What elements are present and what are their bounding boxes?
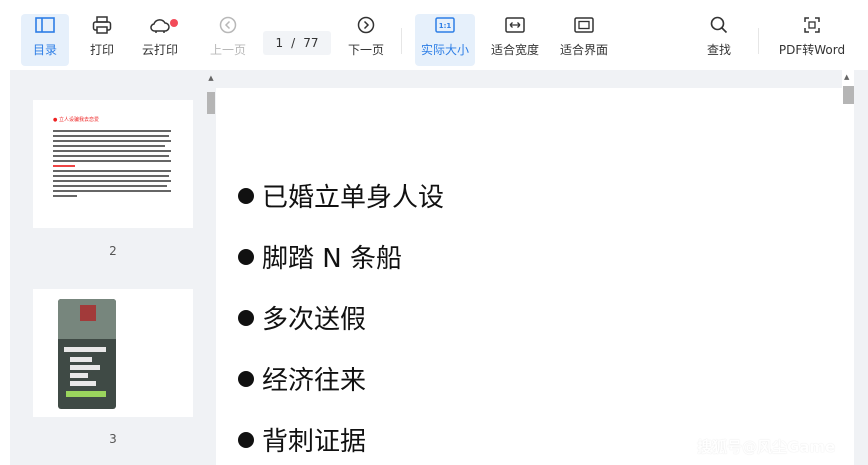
text-line: [53, 140, 171, 142]
scrollbar-thumb[interactable]: [207, 92, 215, 114]
fit-screen-icon: [573, 14, 595, 36]
bullet-item: 经济往来: [238, 360, 366, 397]
chat-bubble: [64, 347, 106, 352]
sidebar-icon: [34, 14, 56, 36]
toolbar-divider: [758, 28, 759, 54]
bullet-dot-icon: [238, 370, 254, 387]
actual-size-button[interactable]: 1:1 实际大小: [415, 14, 475, 66]
thumbnail-page-2[interactable]: ● 立人设骗我去恋爱: [33, 100, 193, 228]
prev-page-button[interactable]: 上一页: [206, 14, 250, 66]
circle-right-icon: [355, 14, 377, 36]
text-line: [53, 155, 169, 157]
toolbar: 目录 打印 云打印 上一页 1 / 77 下一页 1:1 实际大小 适合宽度 适…: [0, 0, 868, 70]
bullet-item: 多次送假: [238, 299, 366, 336]
find-label: 查找: [706, 43, 731, 57]
thumbnail-page-number: 3: [109, 432, 117, 446]
total-pages: 77: [303, 36, 319, 50]
thumbnail-page-3[interactable]: [33, 289, 193, 417]
text-line: [53, 170, 171, 172]
next-page-button[interactable]: 下一页: [344, 14, 388, 66]
document-viewer: 已婚立单身人设 脚踏 N 条船 多次送假 经济往来 背刺证据 ▲: [216, 70, 868, 465]
cloud-icon: [149, 14, 171, 36]
pdf-to-word-button[interactable]: PDF转Word: [776, 14, 848, 66]
svg-text:1:1: 1:1: [439, 22, 452, 30]
bullet-text: 脚踏 N 条船: [262, 244, 402, 274]
text-line: [53, 175, 169, 177]
fit-screen-label: 适合界面: [559, 43, 608, 57]
bullet-dot-icon: [238, 248, 254, 265]
circle-left-icon: [217, 14, 239, 36]
notification-badge: [170, 19, 178, 27]
convert-icon: [801, 14, 823, 36]
toc-label: 目录: [32, 43, 57, 57]
fit-width-label: 适合宽度: [490, 43, 539, 57]
chat-bubble: [70, 357, 92, 362]
prev-page-label: 上一页: [209, 43, 246, 57]
thumbnail-title: ● 立人设骗我去恋爱: [53, 117, 99, 123]
text-line: [53, 130, 171, 132]
bullet-text: 已婚立单身人设: [262, 183, 445, 213]
bullet-text: 多次送假: [262, 305, 367, 335]
find-button[interactable]: 查找: [700, 14, 738, 66]
cloud-print-label: 云打印: [141, 43, 178, 57]
thumbnail-page-number: 2: [109, 244, 117, 258]
bullet-item: 背刺证据: [238, 421, 366, 458]
next-page-label: 下一页: [347, 43, 384, 57]
chat-bubble: [70, 381, 96, 386]
current-page-input[interactable]: 1: [276, 36, 284, 50]
text-line: [53, 160, 171, 162]
text-line: [53, 145, 165, 147]
thumbnail-sidebar: ● 立人设骗我去恋爱 2 3 ▲: [10, 70, 216, 465]
text-line: [53, 150, 171, 152]
text-line: [53, 185, 167, 187]
search-icon: [708, 14, 730, 36]
bullet-item: 已婚立单身人设: [238, 177, 444, 214]
text-line: [53, 190, 171, 192]
pdf-to-word-label: PDF转Word: [778, 43, 846, 57]
text-line: [53, 180, 171, 182]
toolbar-divider: [401, 28, 402, 54]
printer-icon: [91, 14, 113, 36]
bullet-text: 经济往来: [262, 366, 367, 396]
chat-photo: [80, 305, 96, 321]
highlight-line: [53, 165, 75, 167]
bullet-dot-icon: [238, 431, 254, 448]
print-label: 打印: [89, 43, 114, 57]
document-scrollbar[interactable]: ▲: [842, 70, 854, 465]
text-line: [53, 135, 169, 137]
page-separator: /: [291, 36, 296, 50]
toc-button[interactable]: 目录: [21, 14, 69, 66]
text-line: [53, 195, 77, 197]
scroll-up-arrow-icon[interactable]: ▲: [844, 73, 849, 81]
chat-screenshot-image: [58, 299, 116, 409]
bullet-text: 背刺证据: [262, 427, 367, 457]
bullet-dot-icon: [238, 309, 254, 326]
fit-width-button[interactable]: 适合宽度: [488, 14, 542, 66]
fit-screen-button[interactable]: 适合界面: [557, 14, 611, 66]
chat-bubble-green: [66, 391, 106, 397]
bullet-dot-icon: [238, 187, 254, 204]
watermark: 搜狐号@风尘Game: [697, 438, 836, 456]
cloud-print-button[interactable]: 云打印: [138, 14, 182, 66]
fit-width-icon: [504, 14, 526, 36]
one-to-one-icon: 1:1: [434, 14, 456, 36]
chat-bubble: [70, 373, 88, 378]
actual-size-label: 实际大小: [420, 43, 469, 57]
sidebar-scrollbar[interactable]: ▲: [206, 70, 216, 465]
page-indicator[interactable]: 1 / 77: [263, 31, 331, 55]
chat-bubble: [70, 365, 100, 370]
bullet-item: 脚踏 N 条船: [238, 238, 402, 275]
scroll-up-arrow-icon[interactable]: ▲: [206, 73, 216, 83]
document-page: 已婚立单身人设 脚踏 N 条船 多次送假 经济往来 背刺证据: [216, 88, 842, 465]
print-button[interactable]: 打印: [82, 14, 122, 66]
scrollbar-thumb[interactable]: [843, 86, 854, 104]
